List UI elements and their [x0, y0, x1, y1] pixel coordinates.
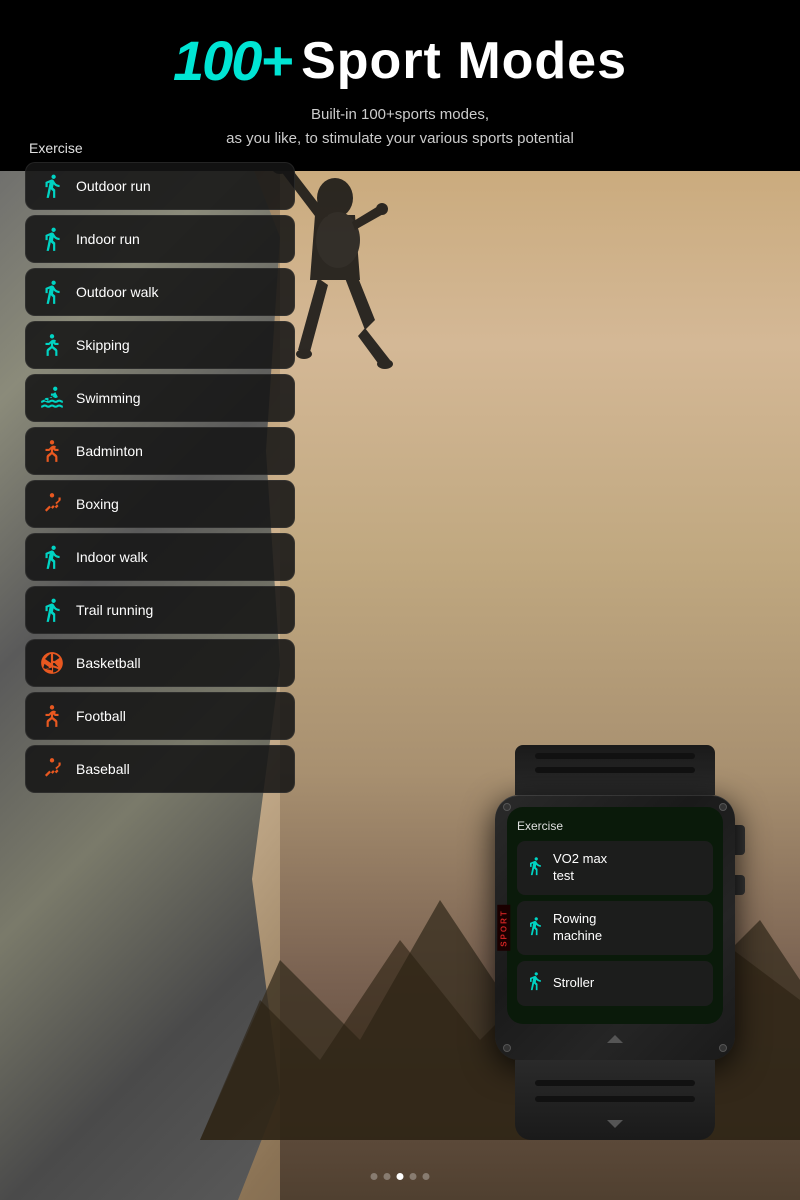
swimming-label: Swimming	[76, 390, 141, 406]
watch-list-item: Stroller	[517, 961, 713, 1006]
watch-exercise-label: Exercise	[517, 819, 713, 833]
title-line: 100+ Sport Modes	[20, 28, 780, 93]
skipping-icon	[38, 331, 66, 359]
page-dot-1[interactable]	[371, 1173, 378, 1180]
baseball-icon	[38, 755, 66, 783]
list-item: Indoor run	[25, 215, 295, 263]
list-item: Baseball	[25, 745, 295, 793]
outdoor-walk-icon	[38, 278, 66, 306]
list-item: Outdoor run	[25, 162, 295, 210]
badminton-icon	[38, 437, 66, 465]
list-item: Boxing	[25, 480, 295, 528]
exercise-panel: Exercise Outdoor run Indoor run	[25, 140, 295, 798]
list-item: Basketball	[25, 639, 295, 687]
background-area: Exercise Outdoor run Indoor run	[0, 130, 800, 1200]
subtitle-line1: Built-in 100+sports modes,	[311, 106, 489, 123]
indoor-run-label: Indoor run	[76, 231, 140, 247]
boxing-icon	[38, 490, 66, 518]
list-item: Swimming	[25, 374, 295, 422]
title-number: 100+	[173, 28, 291, 93]
page-dot-4[interactable]	[410, 1173, 417, 1180]
watch-screen: Exercise VO2 maxtest	[507, 807, 723, 1024]
sport-label: SPORT	[497, 905, 510, 951]
rowing-machine-label: Rowingmachine	[553, 911, 602, 945]
outdoor-walk-label: Outdoor walk	[76, 284, 158, 300]
list-item: Badminton	[25, 427, 295, 475]
stroller-label: Stroller	[553, 975, 594, 992]
trail-running-label: Trail running	[76, 602, 153, 618]
watch-list-item: VO2 maxtest	[517, 841, 713, 895]
scroll-indicator-top	[607, 1035, 623, 1043]
football-label: Football	[76, 708, 126, 724]
watch-strap-top	[515, 745, 715, 795]
stroller-icon	[525, 971, 545, 996]
page: 100+ Sport Modes Built-in 100+sports mod…	[0, 0, 800, 1200]
scroll-indicator-bottom	[607, 1120, 623, 1128]
indoor-walk-icon	[38, 543, 66, 571]
screw-bl	[503, 1044, 511, 1052]
indoor-walk-label: Indoor walk	[76, 549, 148, 565]
football-icon	[38, 702, 66, 730]
page-dot-2[interactable]	[384, 1173, 391, 1180]
indoor-run-icon	[38, 225, 66, 253]
vo2-max-label: VO2 maxtest	[553, 851, 607, 885]
screw-br	[719, 1044, 727, 1052]
vo2-max-icon	[525, 856, 545, 881]
watch-list-item: Rowingmachine	[517, 901, 713, 955]
trail-running-icon	[38, 596, 66, 624]
list-item: Skipping	[25, 321, 295, 369]
basketball-label: Basketball	[76, 655, 141, 671]
page-dot-3[interactable]	[397, 1173, 404, 1180]
screw-tr	[719, 803, 727, 811]
screw-tl	[503, 803, 511, 811]
swimming-icon	[38, 384, 66, 412]
boxing-label: Boxing	[76, 496, 119, 512]
watch-strap-bottom	[515, 1060, 715, 1140]
page-dot-5[interactable]	[423, 1173, 430, 1180]
badminton-label: Badminton	[76, 443, 143, 459]
watch-container: SPORT Exercise VO2 ma	[460, 745, 770, 1140]
list-item: Outdoor walk	[25, 268, 295, 316]
watch-case: SPORT Exercise VO2 ma	[495, 795, 735, 1060]
basketball-icon	[38, 649, 66, 677]
list-item: Trail running	[25, 586, 295, 634]
list-item: Football	[25, 692, 295, 740]
watch-body: SPORT Exercise VO2 ma	[475, 745, 755, 1140]
page-indicators	[371, 1173, 430, 1180]
skipping-label: Skipping	[76, 337, 130, 353]
title-text: Sport Modes	[301, 31, 627, 91]
rowing-machine-icon	[525, 916, 545, 941]
baseball-label: Baseball	[76, 761, 130, 777]
list-item: Indoor walk	[25, 533, 295, 581]
exercise-panel-label: Exercise	[25, 140, 295, 156]
outdoor-run-icon	[38, 172, 66, 200]
outdoor-run-label: Outdoor run	[76, 178, 151, 194]
